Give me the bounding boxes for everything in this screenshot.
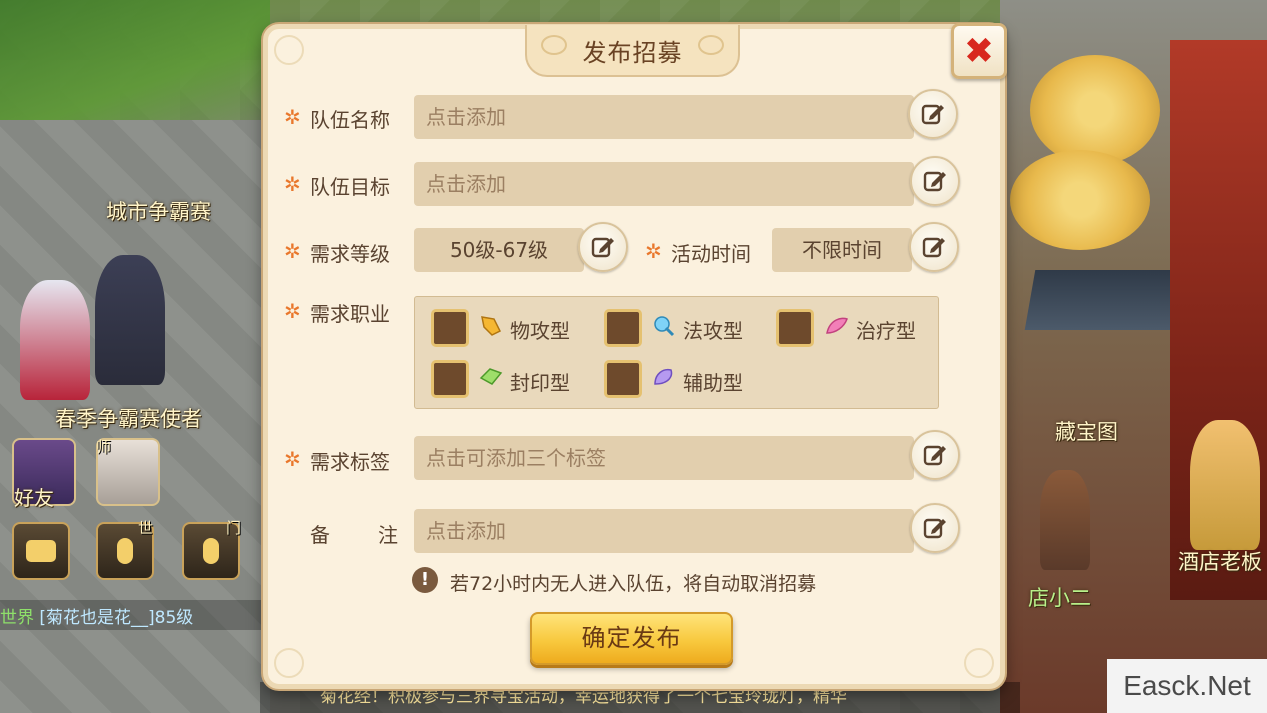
- job-label: 封印型: [510, 371, 570, 395]
- grass-area: [0, 0, 270, 130]
- job-req-label: 需求职业: [310, 302, 390, 326]
- friends-label: 好友: [14, 486, 54, 510]
- edit-pencil-icon: [923, 171, 946, 192]
- notice-text: 若72小时内无人进入队伍，将自动取消招募: [450, 573, 817, 595]
- umbrella-stall: [1030, 55, 1160, 165]
- job-label: 治疗型: [856, 319, 916, 343]
- remark-label-b: 注: [378, 523, 398, 547]
- microphone-icon: [117, 538, 133, 564]
- team-name-edit-button[interactable]: [908, 89, 958, 139]
- job-label: 辅助型: [683, 371, 743, 395]
- remark-input[interactable]: 点击添加: [414, 509, 914, 553]
- watermark: Easck.Net: [1107, 659, 1267, 713]
- level-req-label: 需求等级: [310, 242, 390, 266]
- chat-button[interactable]: [12, 522, 70, 580]
- required-star-icon: ✲: [284, 172, 301, 196]
- cloud-ornament-icon: [541, 35, 567, 55]
- microphone-icon: [203, 538, 219, 564]
- job-checkbox-physical[interactable]: [431, 309, 469, 347]
- edit-pencil-icon: [922, 237, 945, 258]
- team-goal-label: 队伍目标: [310, 175, 390, 199]
- activity-time-field[interactable]: 不限时间: [772, 228, 912, 272]
- cloud-ornament-icon: [698, 35, 724, 55]
- spring-envoy-label: 春季争霸赛使者: [55, 407, 202, 431]
- hotel-boss-label: 酒店老板: [1178, 550, 1262, 574]
- required-star-icon: ✲: [284, 105, 301, 129]
- team-goal-edit-button[interactable]: [910, 156, 960, 206]
- edit-pencil-icon: [921, 104, 944, 125]
- level-edit-button[interactable]: [578, 222, 628, 272]
- required-star-icon: ✲: [284, 447, 301, 471]
- job-checkbox-heal[interactable]: [776, 309, 814, 347]
- required-star-icon: ✲: [645, 239, 662, 263]
- job-label: 物攻型: [510, 319, 570, 343]
- time-edit-button[interactable]: [909, 222, 959, 272]
- npc-envoy[interactable]: [95, 255, 165, 385]
- job-checkbox-support[interactable]: [604, 360, 642, 398]
- chat-bubble-icon: [26, 540, 56, 562]
- chat-text: [菊花也是花__]85级: [39, 608, 194, 628]
- npc-player[interactable]: [20, 280, 90, 400]
- activity-time-label: 活动时间: [671, 242, 751, 266]
- heal-icon: [826, 317, 848, 334]
- edit-pencil-icon: [923, 445, 946, 466]
- npc-waiter[interactable]: [1040, 470, 1090, 570]
- npc-hotel-boss[interactable]: [1190, 420, 1260, 550]
- treasure-map-label: 藏宝图: [1055, 420, 1118, 444]
- tags-input[interactable]: 点击可添加三个标签: [414, 436, 914, 480]
- support-icon: [654, 368, 673, 385]
- dialog-title: 发布招募: [582, 38, 683, 67]
- chat-channel: 世界: [0, 608, 34, 628]
- job-checkbox-magic[interactable]: [604, 309, 642, 347]
- seal-icon: [479, 368, 503, 385]
- tags-edit-button[interactable]: [910, 430, 960, 480]
- corner-ornament: [274, 35, 304, 65]
- magic-icon: [654, 316, 675, 337]
- umbrella-stall: [1010, 150, 1150, 250]
- required-star-icon: ✲: [284, 239, 301, 263]
- team-name-label: 队伍名称: [310, 108, 390, 132]
- title-tab: 发布招募: [525, 25, 740, 77]
- edit-pencil-icon: [591, 237, 614, 258]
- tags-label: 需求标签: [310, 450, 390, 474]
- close-button[interactable]: ✖: [951, 23, 1007, 79]
- job-label: 法攻型: [683, 319, 743, 343]
- world-voice-tag: 世: [138, 519, 154, 537]
- confirm-publish-button[interactable]: 确定发布: [530, 612, 733, 665]
- remark-edit-button[interactable]: [910, 503, 960, 553]
- required-star-icon: ✲: [284, 299, 301, 323]
- city-contest-label: 城市争霸赛: [106, 200, 211, 224]
- remark-label-a: 备: [310, 523, 330, 547]
- corner-ornament: [274, 648, 304, 678]
- warning-icon: !: [412, 567, 438, 593]
- edit-pencil-icon: [923, 518, 946, 539]
- team-name-input[interactable]: 点击添加: [414, 95, 914, 139]
- sect-voice-tag: 门: [226, 519, 242, 537]
- corner-ornament: [964, 648, 994, 678]
- recruit-dialog: 发布招募 ✖ ✲ 队伍名称 点击添加 ✲ 队伍目标 点击添加 ✲ 需求等级 50…: [263, 23, 1007, 689]
- team-goal-input[interactable]: 点击添加: [414, 162, 914, 206]
- waiter-label: 店小二: [1028, 586, 1091, 610]
- level-req-field[interactable]: 50级-67级: [414, 228, 584, 272]
- master-tag: 师: [96, 438, 112, 456]
- job-options-box: 物攻型 法攻型 治疗型 封印型 辅助型: [414, 296, 939, 409]
- job-checkbox-seal[interactable]: [431, 360, 469, 398]
- sword-icon: [481, 316, 502, 336]
- chat-line: 世界 [菊花也是花__]85级: [0, 603, 193, 628]
